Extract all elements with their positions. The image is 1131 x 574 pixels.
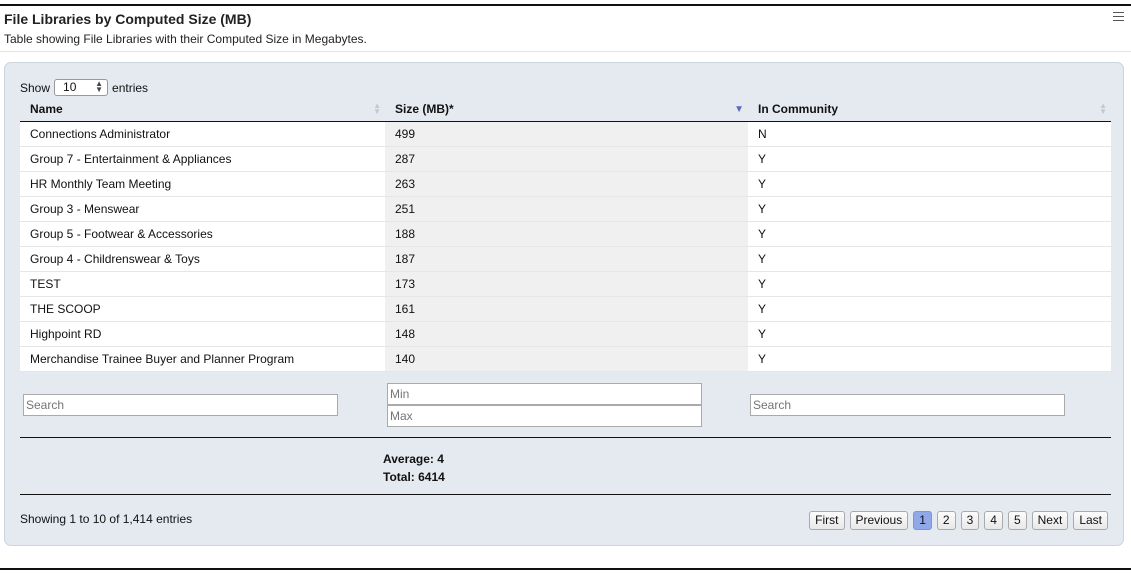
- cell-size: 263: [385, 171, 748, 197]
- page-button-3[interactable]: 3: [960, 511, 980, 530]
- data-table: Name ▲ ▼ Size (MB)* ▼ In Community ▲ ▼ Con…: [20, 98, 1111, 372]
- community-search-input[interactable]: [750, 394, 1065, 416]
- table-row: Group 5 - Footwear & Accessories 188 Y: [20, 221, 1111, 247]
- entries-label: entries: [112, 80, 149, 95]
- cell-size: 188: [385, 221, 748, 247]
- table-info: Showing 1 to 10 of 1,414 entries: [20, 512, 193, 526]
- footer-divider: [20, 437, 1111, 438]
- sort-descending-icon: ▼: [734, 104, 744, 115]
- show-label: Show: [20, 80, 51, 95]
- cell-in-community: Y: [748, 221, 1111, 247]
- cell-in-community: Y: [748, 196, 1111, 222]
- cell-name: Merchandise Trainee Buyer and Planner Pr…: [20, 346, 385, 372]
- page-button-1[interactable]: 1: [913, 511, 932, 530]
- table-row: Highpoint RD 148 Y: [20, 321, 1111, 347]
- table-row: Group 4 - Childrenswear & Toys 187 Y: [20, 246, 1111, 272]
- cell-name: Highpoint RD: [20, 321, 385, 347]
- cell-size: 499: [385, 121, 748, 147]
- cell-size: 148: [385, 321, 748, 347]
- length-control: Show 10 ▲ ▼ entries: [20, 79, 148, 96]
- cell-name: Group 5 - Footwear & Accessories: [20, 221, 385, 247]
- cell-in-community: Y: [748, 171, 1111, 197]
- top-rule: [0, 4, 1131, 6]
- cell-size: 173: [385, 271, 748, 297]
- cell-name: Connections Administrator: [20, 121, 385, 147]
- table-row: HR Monthly Team Meeting 263 Y: [20, 171, 1111, 197]
- size-stats: Average: 4 Total: 6414: [383, 450, 445, 486]
- column-header-label: Size (MB)*: [395, 102, 454, 117]
- table-panel: Show 10 ▲ ▼ entries Name ▲ ▼ Size (MB)* ▼ …: [4, 62, 1124, 546]
- cell-size: 251: [385, 196, 748, 222]
- select-arrows-icon: ▲ ▼: [95, 79, 104, 94]
- next-page-button[interactable]: Next: [1031, 511, 1069, 530]
- table-row: Group 3 - Menswear 251 Y: [20, 196, 1111, 222]
- size-min-input[interactable]: [387, 383, 702, 405]
- cell-size: 140: [385, 346, 748, 372]
- sort-both-icon: ▲ ▼: [373, 101, 381, 116]
- cell-in-community: Y: [748, 146, 1111, 172]
- hamburger-menu-icon[interactable]: [1113, 12, 1124, 23]
- page-button-5[interactable]: 5: [1007, 511, 1027, 530]
- table-header-row: Name ▲ ▼ Size (MB)* ▼ In Community ▲ ▼: [20, 98, 1111, 122]
- column-header-name[interactable]: Name ▲ ▼: [20, 98, 385, 122]
- sort-both-icon: ▲ ▼: [1099, 101, 1107, 116]
- header-separator: [0, 51, 1131, 52]
- name-search-input[interactable]: [23, 394, 338, 416]
- cell-name: TEST: [20, 271, 385, 297]
- table-row: Connections Administrator 499 N: [20, 121, 1111, 147]
- entries-per-page-value: 10: [63, 80, 77, 94]
- bottom-rule: [0, 568, 1131, 570]
- table-row: THE SCOOP 161 Y: [20, 296, 1111, 322]
- cell-in-community: Y: [748, 271, 1111, 297]
- cell-in-community: Y: [748, 346, 1111, 372]
- previous-page-button[interactable]: Previous: [849, 511, 909, 530]
- cell-in-community: Y: [748, 246, 1111, 272]
- column-header-label: Name: [30, 102, 63, 117]
- last-page-button[interactable]: Last: [1073, 511, 1108, 530]
- table-row: Group 7 - Entertainment & Appliances 287 Y: [20, 146, 1111, 172]
- cell-in-community: Y: [748, 321, 1111, 347]
- total-stat: Total: 6414: [383, 470, 445, 484]
- size-max-input[interactable]: [387, 405, 702, 427]
- cell-in-community: N: [748, 121, 1111, 147]
- cell-name: Group 4 - Childrenswear & Toys: [20, 246, 385, 272]
- page-button-2[interactable]: 2: [936, 511, 956, 530]
- page-button-4[interactable]: 4: [984, 511, 1003, 530]
- cell-size: 161: [385, 296, 748, 322]
- column-header-label: In Community: [758, 102, 838, 117]
- first-page-button[interactable]: First: [809, 511, 845, 530]
- table-body: Connections Administrator 499 N Group 7 - E…: [20, 121, 1111, 372]
- cell-name: Group 3 - Menswear: [20, 196, 385, 222]
- cell-size: 287: [385, 146, 748, 172]
- table-row: Merchandise Trainee Buyer and Planner Pr…: [20, 346, 1111, 372]
- page-subtitle: Table showing File Libraries with their …: [4, 32, 367, 46]
- cell-size: 187: [385, 246, 748, 272]
- footer-divider: [20, 494, 1111, 495]
- average-stat: Average: 4: [383, 452, 444, 466]
- column-header-size[interactable]: Size (MB)* ▼: [385, 98, 748, 122]
- column-header-in-community[interactable]: In Community ▲ ▼: [748, 98, 1111, 122]
- cell-in-community: Y: [748, 296, 1111, 322]
- page-title: File Libraries by Computed Size (MB): [4, 11, 252, 27]
- cell-name: HR Monthly Team Meeting: [20, 171, 385, 197]
- entries-per-page-select[interactable]: 10 ▲ ▼: [54, 79, 109, 96]
- pagination: First Previous 1 2 3 4 5 Next Last: [809, 511, 1108, 530]
- table-row: TEST 173 Y: [20, 271, 1111, 297]
- cell-name: THE SCOOP: [20, 296, 385, 322]
- cell-name: Group 7 - Entertainment & Appliances: [20, 146, 385, 172]
